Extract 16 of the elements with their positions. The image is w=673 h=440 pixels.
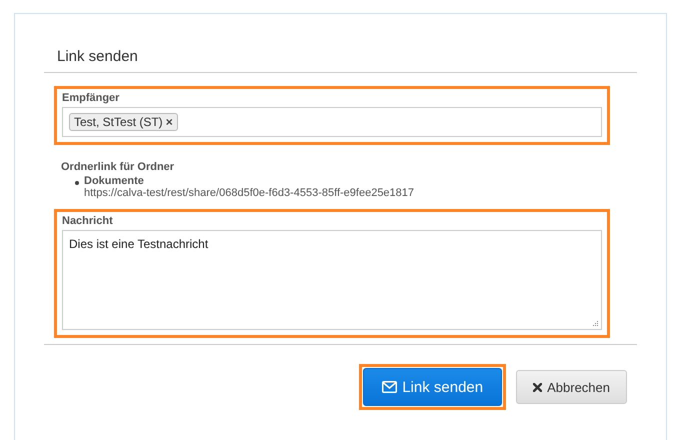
folder-link-heading: Ordnerlink für Ordner — [61, 161, 176, 173]
bullet-icon — [75, 181, 79, 185]
tag-label: Test, StTest (ST) — [74, 115, 163, 129]
close-icon — [533, 382, 542, 392]
message-text: Dies ist eine Testnachricht — [69, 237, 208, 251]
field-label: Nachricht — [62, 214, 114, 229]
dialog-title: Link senden — [56, 48, 139, 67]
message-field[interactable]: Dies ist eine Testnachricht — [62, 230, 602, 330]
send-link-button[interactable]: Link senden — [363, 368, 502, 406]
recipient-field[interactable]: Test, StTest (ST) × — [62, 107, 602, 137]
field-label: Empfänger — [62, 91, 120, 106]
cancel-button[interactable]: Abbrechen — [516, 370, 627, 404]
share-url: https://calva-test/rest/share/068d5f0e-f6d3-4553-85ff-e9fee25e1817 — [84, 187, 414, 199]
envelope-icon — [382, 381, 398, 393]
remove-tag-button[interactable]: × — [166, 115, 173, 129]
folder-name: Dokumente — [84, 175, 145, 187]
